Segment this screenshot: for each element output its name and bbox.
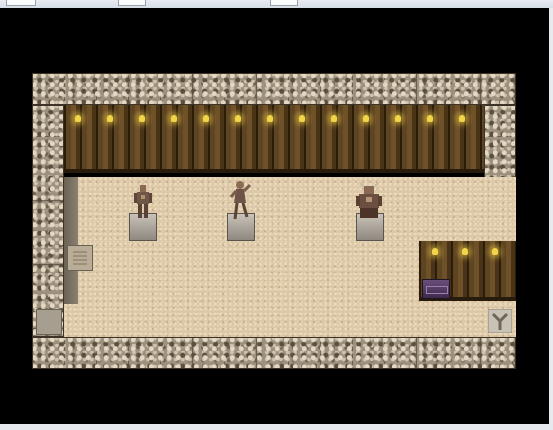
lamp-icon: [203, 115, 209, 122]
lamp-icon: [363, 115, 369, 122]
knight-statue-icon: [134, 185, 152, 218]
lamp-icon: [459, 115, 465, 122]
floor-switch[interactable]: [36, 309, 62, 335]
lamp-icon: [492, 248, 498, 255]
lamp-icon: [171, 115, 177, 122]
exit-arrow-marker[interactable]: [487, 308, 513, 334]
armored-knight-statue[interactable]: [130, 183, 156, 227]
room-map: [32, 73, 516, 369]
lamp-icon: [427, 115, 433, 122]
game-viewport[interactable]: [0, 8, 549, 424]
lamp-icon: [107, 115, 113, 122]
dancer-statue[interactable]: [228, 179, 254, 227]
lamp-icon: [75, 115, 81, 122]
lamp-icon: [299, 115, 305, 122]
lamp-icon: [235, 115, 241, 122]
lamp-icon: [331, 115, 337, 122]
wood-wall-main: [64, 105, 484, 173]
dancer-statue-icon: [229, 181, 252, 220]
lamp-icon: [267, 115, 273, 122]
wall-shadow: [64, 177, 78, 304]
stone-wall-bottom: [32, 337, 516, 369]
stone-wall-top: [32, 73, 516, 105]
treasure-chest[interactable]: [422, 279, 450, 299]
toolbar-button[interactable]: [270, 0, 298, 6]
lamp-icon: [395, 115, 401, 122]
window-border-bottom: [0, 424, 553, 430]
toolbar-button[interactable]: [118, 0, 146, 6]
window-border-right: [549, 8, 553, 430]
plaque-lines-icon: [73, 251, 87, 265]
lamp-icon: [462, 248, 468, 255]
exit-arrow-icon: [487, 308, 513, 334]
lamp-icon: [139, 115, 145, 122]
lamp-icon: [432, 248, 438, 255]
warrior-statue-icon: [356, 182, 382, 218]
toolbar-button[interactable]: [6, 0, 36, 6]
seated-warrior-statue[interactable]: [354, 182, 384, 227]
wall-plaque[interactable]: [67, 245, 93, 271]
stone-wall-left: [32, 105, 64, 337]
